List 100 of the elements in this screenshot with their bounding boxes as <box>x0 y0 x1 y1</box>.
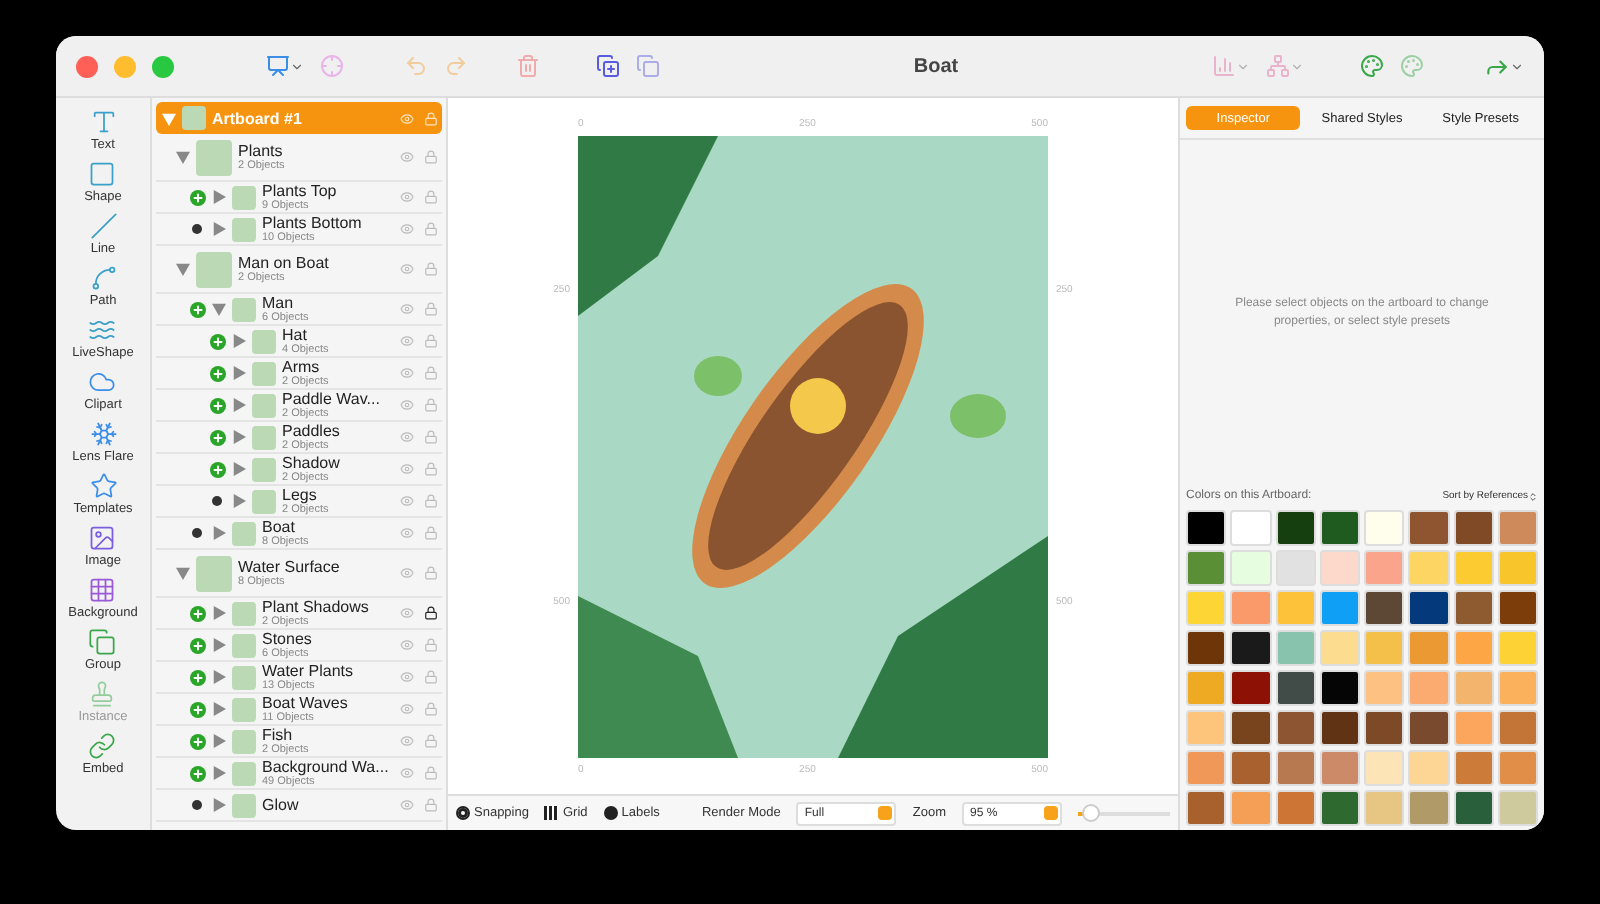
color-swatch[interactable] <box>1364 630 1405 666</box>
color-swatch[interactable] <box>1453 550 1494 586</box>
color-swatch[interactable] <box>1364 550 1405 586</box>
color-swatch[interactable] <box>1497 790 1538 826</box>
color-swatch[interactable] <box>1408 590 1449 626</box>
slider-thumb[interactable] <box>1081 803 1100 821</box>
disclosure-triangle-icon[interactable] <box>176 566 190 580</box>
add-icon[interactable] <box>189 605 205 621</box>
color-swatch[interactable] <box>1230 550 1271 586</box>
eye-icon[interactable] <box>400 734 414 748</box>
disclosure-triangle-icon[interactable] <box>212 702 226 716</box>
disclosure-triangle-icon[interactable] <box>232 366 246 380</box>
color-swatch[interactable] <box>1275 590 1316 626</box>
eye-icon[interactable] <box>400 638 414 652</box>
add-icon[interactable] <box>189 669 205 685</box>
add-icon[interactable] <box>189 733 205 749</box>
color-swatch[interactable] <box>1364 590 1405 626</box>
color-swatch[interactable] <box>1230 670 1271 706</box>
add-icon[interactable] <box>189 637 205 653</box>
color-swatch[interactable] <box>1319 550 1360 586</box>
add-icon[interactable] <box>209 429 225 445</box>
color-swatch[interactable] <box>1453 710 1494 746</box>
color-swatch[interactable] <box>1408 710 1449 746</box>
eye-icon[interactable] <box>400 334 414 348</box>
artboard-icon[interactable] <box>266 54 304 78</box>
color-swatch[interactable] <box>1275 710 1316 746</box>
disclosure-triangle-icon[interactable] <box>212 798 226 812</box>
color-swatch[interactable] <box>1497 550 1538 586</box>
undo-icon[interactable] <box>404 54 428 78</box>
lock-icon[interactable] <box>424 606 438 620</box>
disclosure-triangle-icon[interactable] <box>176 150 190 164</box>
color-swatch[interactable] <box>1186 710 1227 746</box>
disclosure-triangle-icon[interactable] <box>232 430 246 444</box>
color-swatch[interactable] <box>1319 710 1360 746</box>
color-swatch[interactable] <box>1186 630 1227 666</box>
color-swatch[interactable] <box>1497 750 1538 786</box>
color-swatch[interactable] <box>1275 790 1316 826</box>
color-swatch[interactable] <box>1319 510 1360 546</box>
eye-icon[interactable] <box>400 366 414 380</box>
add-icon[interactable] <box>209 365 225 381</box>
color-swatch[interactable] <box>1408 790 1449 826</box>
disclosure-triangle-icon[interactable] <box>212 670 226 684</box>
color-swatch[interactable] <box>1186 670 1227 706</box>
color-swatch[interactable] <box>1497 510 1538 546</box>
disclosure-triangle-icon[interactable] <box>212 526 226 540</box>
color-swatch[interactable] <box>1319 750 1360 786</box>
eye-icon[interactable] <box>400 606 414 620</box>
color-swatch[interactable] <box>1497 630 1538 666</box>
color-swatch[interactable] <box>1275 670 1316 706</box>
color-swatch[interactable] <box>1275 510 1316 546</box>
minimize-button[interactable] <box>114 55 136 77</box>
color-swatch[interactable] <box>1186 590 1227 626</box>
eye-icon[interactable] <box>400 494 414 508</box>
eye-icon[interactable] <box>400 430 414 444</box>
color-swatch[interactable] <box>1497 590 1538 626</box>
disclosure-triangle-icon[interactable] <box>212 766 226 780</box>
eye-icon[interactable] <box>400 766 414 780</box>
disclosure-triangle-icon[interactable] <box>176 262 190 276</box>
add-icon[interactable] <box>209 333 225 349</box>
close-button[interactable] <box>76 55 98 77</box>
color-swatch[interactable] <box>1364 670 1405 706</box>
eye-icon[interactable] <box>400 566 414 580</box>
disclosure-triangle-icon[interactable] <box>212 606 226 620</box>
add-icon[interactable] <box>189 765 205 781</box>
eye-icon[interactable] <box>400 526 414 540</box>
network-icon[interactable] <box>1266 54 1304 78</box>
color-swatch[interactable] <box>1408 510 1449 546</box>
duplicate-icon[interactable] <box>596 54 620 78</box>
redo-icon[interactable] <box>444 54 468 78</box>
eye-icon[interactable] <box>400 262 414 276</box>
color-swatch[interactable] <box>1497 670 1538 706</box>
color-swatch[interactable] <box>1230 510 1271 546</box>
color-swatch[interactable] <box>1364 790 1405 826</box>
snapping-toggle[interactable] <box>456 806 470 820</box>
disclosure-triangle-icon[interactable] <box>162 111 176 125</box>
color-swatch[interactable] <box>1319 590 1360 626</box>
color-swatch[interactable] <box>1408 550 1449 586</box>
eye-icon[interactable] <box>400 222 414 236</box>
color-swatch[interactable] <box>1364 710 1405 746</box>
disclosure-triangle-icon[interactable] <box>212 222 226 236</box>
layer-row[interactable]: Glow <box>156 790 442 822</box>
bar-chart-icon[interactable] <box>1212 54 1250 78</box>
maximize-button[interactable] <box>152 55 174 77</box>
add-icon[interactable] <box>189 301 205 317</box>
color-swatch[interactable] <box>1186 790 1227 826</box>
color-swatch[interactable] <box>1275 630 1316 666</box>
eye-icon[interactable] <box>400 398 414 412</box>
color-swatch[interactable] <box>1186 510 1227 546</box>
add-icon[interactable] <box>189 701 205 717</box>
eye-icon[interactable] <box>400 150 414 164</box>
color-swatch[interactable] <box>1275 550 1316 586</box>
disclosure-triangle-icon[interactable] <box>212 638 226 652</box>
color-swatch[interactable] <box>1319 630 1360 666</box>
color-swatch[interactable] <box>1408 670 1449 706</box>
color-swatch[interactable] <box>1319 790 1360 826</box>
color-swatch[interactable] <box>1186 750 1227 786</box>
color-swatch[interactable] <box>1275 750 1316 786</box>
color-swatch[interactable] <box>1408 630 1449 666</box>
eye-icon[interactable] <box>400 702 414 716</box>
eye-icon[interactable] <box>400 670 414 684</box>
